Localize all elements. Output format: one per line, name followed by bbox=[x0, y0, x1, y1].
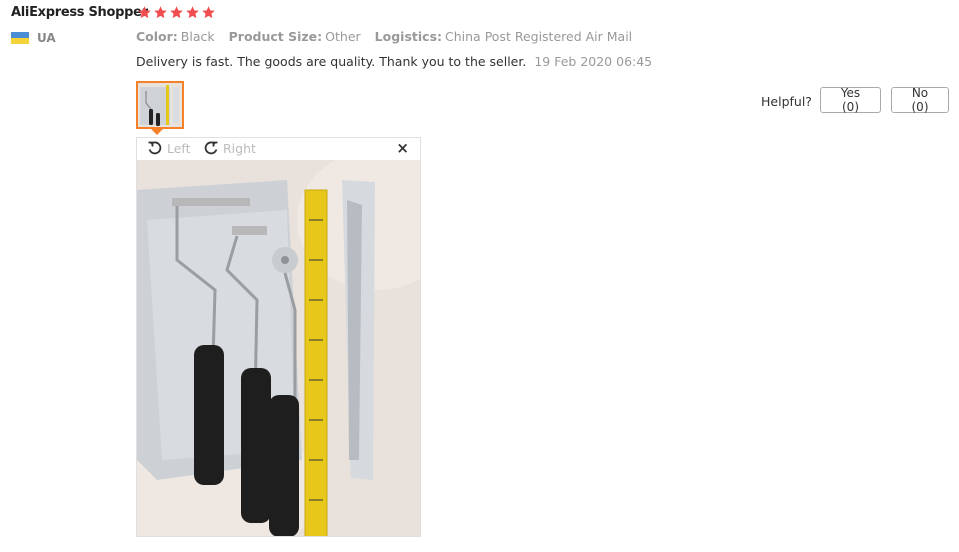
review-photo-thumbnail[interactable] bbox=[136, 81, 184, 129]
reviewer-country: UA bbox=[11, 31, 56, 45]
helpful-no-button[interactable]: No (0) bbox=[891, 86, 949, 114]
star-icon bbox=[154, 6, 167, 19]
ukraine-flag-icon bbox=[11, 32, 29, 44]
thumbnail-pointer-icon bbox=[151, 129, 163, 135]
review-text-row: Delivery is fast. The goods are quality.… bbox=[136, 54, 652, 69]
rotate-right-icon bbox=[204, 141, 218, 155]
rotate-left-button[interactable]: Left bbox=[147, 140, 191, 156]
helpful-label: Helpful? bbox=[761, 94, 812, 109]
reviewer-name: AliExpress Shopper bbox=[11, 5, 148, 20]
spec-product-size: Product Size: Other bbox=[228, 29, 361, 44]
star-icon bbox=[138, 6, 151, 19]
helpful-yes-button[interactable]: Yes (0) bbox=[820, 86, 881, 114]
close-icon[interactable]: × bbox=[396, 139, 409, 157]
photo-thumbnail-image bbox=[138, 83, 182, 127]
spec-color: Color: Black bbox=[136, 29, 215, 44]
rating-stars bbox=[137, 5, 216, 20]
review-text: Delivery is fast. The goods are quality.… bbox=[136, 54, 527, 69]
spec-logistics: Logistics: China Post Registered Air Mail bbox=[374, 29, 633, 44]
order-specs: Color: Black Product Size: Other Logistics… bbox=[136, 29, 632, 44]
star-icon bbox=[202, 6, 215, 19]
photo-viewer-toolbar: Left Right × bbox=[137, 138, 420, 160]
rotate-left-label: Left bbox=[167, 140, 191, 156]
star-icon bbox=[186, 6, 199, 19]
rotate-left-icon bbox=[148, 141, 162, 155]
rotate-right-button[interactable]: Right bbox=[203, 140, 256, 156]
rotate-right-label: Right bbox=[223, 140, 256, 156]
country-code: UA bbox=[37, 31, 56, 45]
review-photo bbox=[137, 160, 420, 536]
photo-viewer: Left Right × bbox=[136, 137, 421, 537]
review-date: 19 Feb 2020 06:45 bbox=[534, 54, 653, 69]
star-icon bbox=[170, 6, 183, 19]
